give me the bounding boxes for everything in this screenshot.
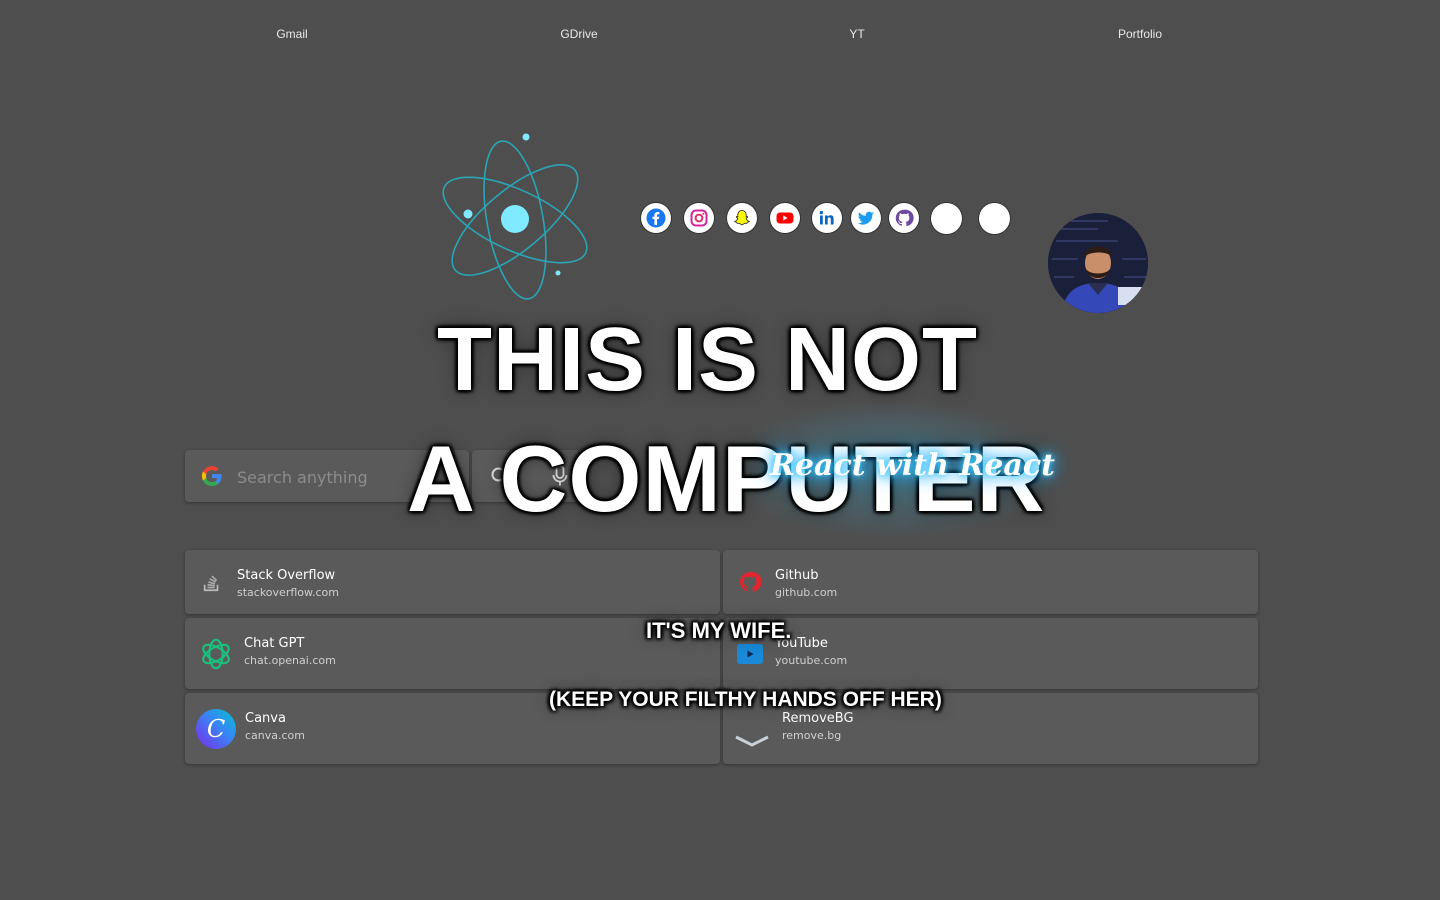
shortcut-card-stackoverflow[interactable]: Stack Overflow stackoverflow.com	[185, 550, 720, 614]
shortcut-title: Stack Overflow	[237, 568, 336, 583]
shortcut-title: Github	[775, 568, 819, 583]
removebg-icon	[735, 728, 769, 754]
blank-icon[interactable]	[931, 203, 962, 234]
nav-link-gdrive[interactable]: GDrive	[560, 27, 597, 41]
atom-logo-icon	[442, 133, 588, 300]
twitter-icon[interactable]	[851, 203, 881, 233]
shortcut-title: Chat GPT	[244, 636, 305, 651]
nav-link-yt[interactable]: YT	[849, 27, 864, 41]
shortcut-card-chatgpt[interactable]: Chat GPT chat.openai.com	[185, 618, 720, 689]
shortcut-url: youtube.com	[775, 654, 848, 667]
blank-icon[interactable]	[979, 203, 1010, 234]
shortcut-url: remove.bg	[782, 729, 842, 742]
snapchat-icon[interactable]	[727, 203, 757, 233]
shortcut-url: canva.com	[245, 729, 306, 742]
stackoverflow-icon	[199, 569, 225, 595]
shortcut-url: github.com	[775, 586, 838, 599]
facebook-icon[interactable]	[641, 203, 671, 233]
nav-link-gmail[interactable]: Gmail	[276, 27, 307, 41]
nav-link-portfolio[interactable]: Portfolio	[1118, 27, 1162, 41]
canva-icon: C	[196, 708, 236, 749]
shortcut-url: chat.openai.com	[244, 654, 336, 667]
shortcut-card-github[interactable]: Github github.com	[723, 550, 1258, 614]
shortcut-title: Canva	[245, 711, 286, 726]
shortcut-url: stackoverflow.com	[237, 586, 339, 599]
youtube-icon	[737, 641, 763, 667]
chatgpt-icon	[197, 635, 235, 673]
avatar-illustration-icon	[1048, 213, 1148, 313]
top-nav: Gmail GDrive YT Portfolio	[0, 27, 1440, 43]
shortcut-card-youtube[interactable]: YouTube youtube.com	[723, 618, 1258, 689]
meme-line-1: THIS IS NOT	[437, 310, 979, 410]
google-icon	[201, 466, 222, 487]
instagram-icon[interactable]	[684, 203, 714, 233]
linkedin-icon[interactable]	[812, 203, 842, 233]
github-icon	[737, 569, 763, 595]
github-icon[interactable]	[889, 203, 919, 233]
youtube-icon[interactable]	[770, 203, 800, 233]
shortcut-title: RemoveBG	[782, 711, 854, 726]
meme-line-3: IT'S MY WIFE.	[646, 618, 792, 643]
svg-text:C: C	[207, 715, 225, 743]
react-tagline: React with React	[770, 448, 1055, 483]
avatar[interactable]	[1048, 213, 1148, 313]
meme-line-4: (KEEP YOUR FILTHY HANDS OFF HER)	[549, 688, 942, 711]
